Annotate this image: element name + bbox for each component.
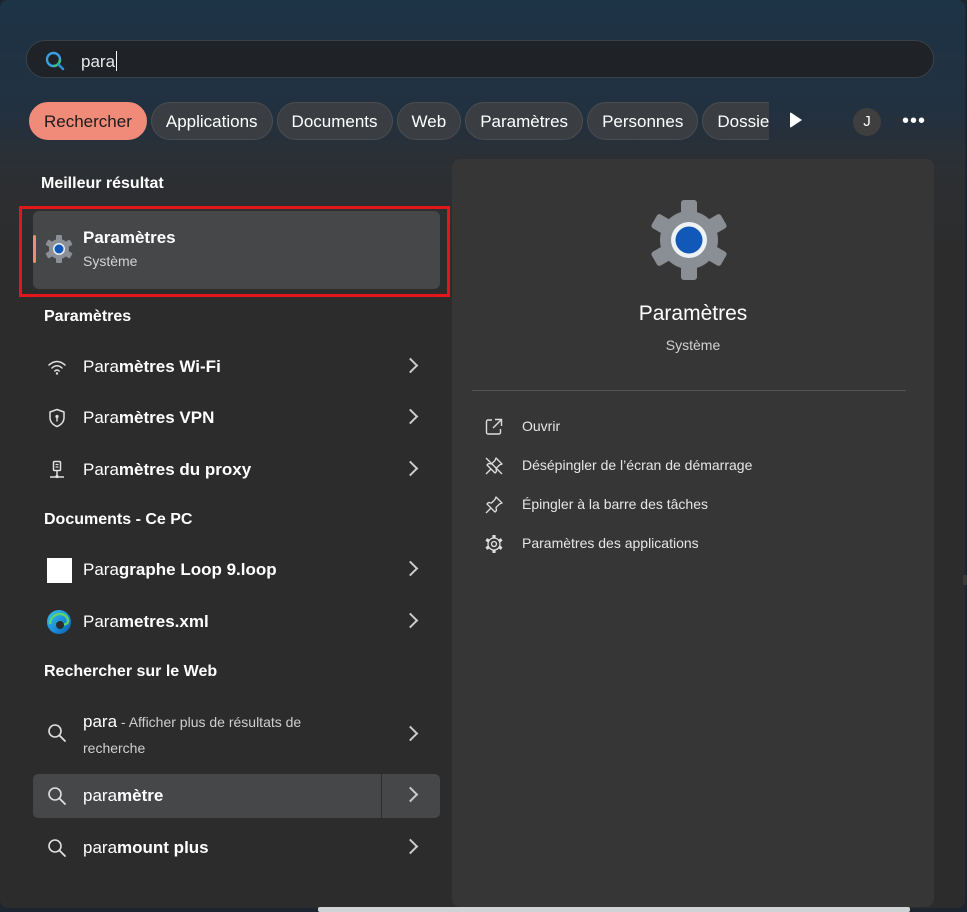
search-icon — [48, 724, 66, 742]
result-vpn-settings[interactable]: Paramètres VPN — [33, 396, 440, 440]
action-label: Désépingler de l’écran de démarrage — [522, 457, 753, 473]
proxy-icon — [50, 460, 64, 479]
chevron-right-icon[interactable] — [402, 725, 419, 742]
action-open[interactable]: Ouvrir — [484, 415, 904, 439]
result-proxy-settings[interactable]: Paramètres du proxy — [33, 448, 440, 492]
chevron-right-icon[interactable] — [402, 460, 419, 477]
detail-panel: Paramètres Système Ouvrir Désépingler de… — [452, 159, 934, 907]
highlight-box — [19, 206, 450, 297]
result-label: Paragraphe Loop 9.loop — [83, 560, 277, 579]
window-edge — [963, 575, 967, 585]
chip-documents[interactable]: Documents — [276, 102, 393, 140]
pin-icon — [485, 496, 503, 514]
gear-icon — [485, 535, 503, 553]
detail-subtitle: Système — [665, 337, 721, 353]
search-icon — [48, 839, 66, 857]
detail-divider — [472, 390, 906, 391]
more-options-icon[interactable]: ••• — [902, 111, 926, 131]
start-search-window: para Rechercher Applications Documents Web P… — [0, 0, 965, 908]
search-icon — [48, 787, 66, 805]
action-app-settings[interactable]: Paramètres des applications — [484, 532, 904, 556]
search-icon — [45, 51, 65, 71]
horizontal-scrollbar[interactable] — [318, 907, 910, 912]
section-settings: Paramètres — [44, 308, 132, 325]
action-pin-taskbar[interactable]: Épingler à la barre des tâches — [484, 493, 904, 517]
result-document-xml[interactable]: Parametres.xml — [33, 600, 440, 644]
search-input[interactable]: para — [81, 51, 118, 72]
section-web: Rechercher sur le Web — [44, 663, 218, 680]
more-chips-play-icon[interactable] — [790, 112, 802, 128]
result-label: paramount plus — [83, 838, 209, 857]
chip-parametres[interactable]: Paramètres — [465, 102, 584, 140]
chip-web[interactable]: Web — [396, 102, 462, 140]
open-external-icon — [485, 418, 503, 435]
action-label: Épingler à la barre des tâches — [522, 496, 708, 512]
settings-gear-icon — [651, 200, 727, 280]
result-label: paramètre — [83, 786, 164, 805]
chevron-right-icon[interactable] — [402, 560, 419, 577]
result-label: para - Afficher plus de résultats de rec… — [83, 712, 302, 756]
loop-file-icon — [47, 558, 72, 583]
edge-icon — [47, 610, 71, 634]
result-label: Paramètres VPN — [83, 408, 215, 427]
search-box[interactable]: para — [26, 40, 934, 78]
shield-icon — [49, 408, 65, 428]
chip-dossiers[interactable]: Dossie — [702, 102, 769, 140]
action-unpin-start[interactable]: Désépingler de l’écran de démarrage — [484, 454, 904, 478]
result-wifi-settings[interactable]: Paramètres Wi-Fi — [33, 345, 440, 389]
result-label: Parametres.xml — [83, 612, 209, 631]
wifi-icon — [48, 360, 66, 375]
detail-title: Paramètres — [638, 302, 748, 325]
text-caret — [116, 51, 118, 71]
section-best-result: Meilleur résultat — [41, 175, 164, 192]
unpin-icon — [485, 457, 503, 475]
result-web-parametre[interactable]: paramètre — [33, 774, 440, 818]
row-divider — [381, 774, 382, 818]
section-documents: Documents - Ce PC — [44, 511, 193, 528]
chevron-right-icon[interactable] — [402, 357, 419, 374]
result-web-paramount[interactable]: paramount plus — [33, 826, 440, 870]
result-web-para[interactable]: para - Afficher plus de résultats de rec… — [33, 706, 440, 760]
avatar[interactable]: J — [853, 108, 881, 136]
chevron-right-icon[interactable] — [402, 408, 419, 425]
chip-applications[interactable]: Applications — [150, 102, 273, 140]
chevron-right-icon[interactable] — [402, 786, 419, 803]
result-document-loop[interactable]: Paragraphe Loop 9.loop — [33, 548, 440, 592]
action-label: Ouvrir — [522, 418, 561, 434]
result-label: Paramètres du proxy — [83, 460, 252, 479]
chevron-right-icon[interactable] — [402, 612, 419, 629]
filter-chips: Rechercher Applications Documents Web Paramè… — [29, 102, 769, 142]
chevron-right-icon[interactable] — [402, 838, 419, 855]
action-label: Paramètres des applications — [522, 535, 699, 551]
result-label: Paramètres Wi-Fi — [83, 357, 221, 376]
chip-rechercher[interactable]: Rechercher — [29, 102, 147, 140]
chip-personnes[interactable]: Personnes — [587, 102, 699, 140]
